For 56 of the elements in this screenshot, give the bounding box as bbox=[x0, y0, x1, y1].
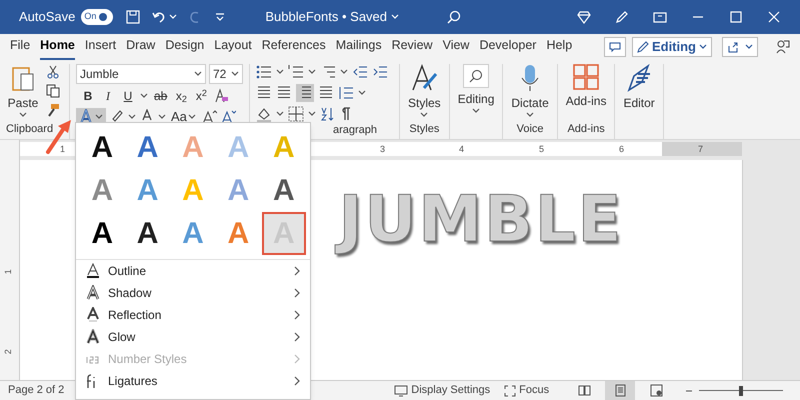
document-title[interactable]: BubbleFonts • Saved bbox=[265, 7, 388, 27]
format-button[interactable]: x$_{2}$ bbox=[173, 87, 190, 105]
menu-item[interactable]: Shadow bbox=[76, 282, 310, 304]
format-button[interactable]: x$^{2}$ bbox=[193, 87, 210, 105]
editor-button[interactable]: Editor bbox=[623, 64, 655, 124]
ruler-number: 4 bbox=[459, 143, 464, 156]
ribbon-tab[interactable]: References bbox=[262, 36, 326, 60]
group-label: Styles bbox=[409, 122, 440, 136]
ruler-number: 5 bbox=[539, 143, 544, 156]
group-label: Clipboard bbox=[6, 122, 54, 136]
ribbon-tab[interactable]: Help bbox=[546, 36, 572, 60]
font-name-field[interactable]: Jumble bbox=[76, 64, 206, 84]
format-button[interactable]: I bbox=[100, 87, 116, 105]
text-effect-style[interactable]: A bbox=[80, 126, 124, 169]
menu-item[interactable]: Ligatures bbox=[76, 370, 310, 392]
paste-button[interactable]: Paste bbox=[6, 64, 40, 120]
add-ins-button[interactable]: Add-ins bbox=[566, 64, 606, 120]
group-label: aragraph bbox=[332, 123, 378, 138]
ribbon-tab[interactable]: Insert bbox=[84, 36, 116, 60]
display-settings-button[interactable]: Display Settings bbox=[394, 382, 490, 399]
text-effect-style[interactable]: A bbox=[125, 212, 170, 255]
ruler-number: 2 bbox=[2, 349, 14, 354]
editing-mode-button[interactable]: Editing bbox=[632, 37, 712, 57]
ribbon-tab[interactable]: Design bbox=[165, 36, 204, 60]
ruler-number: 7 bbox=[698, 143, 704, 156]
styles-button[interactable]: Styles bbox=[408, 64, 441, 120]
change-case-button[interactable]: Aa bbox=[169, 107, 198, 127]
ribbon-tab[interactable]: Review bbox=[392, 36, 433, 60]
text-effect-style[interactable]: A bbox=[80, 212, 124, 255]
autosave-toggle[interactable]: On bbox=[81, 9, 114, 25]
group-label: Add-ins bbox=[567, 122, 605, 136]
menu-item[interactable]: Reflection bbox=[76, 304, 310, 326]
ribbon-tab[interactable]: Draw bbox=[126, 36, 156, 60]
text-effect-style[interactable]: A bbox=[125, 126, 170, 169]
format-button[interactable]: B bbox=[80, 87, 96, 105]
format-button[interactable]: U bbox=[120, 87, 136, 105]
ribbon-tab[interactable]: View bbox=[442, 36, 470, 60]
page-count[interactable]: Page 2 of 2 bbox=[8, 382, 64, 399]
format-button[interactable]: ab bbox=[152, 87, 170, 105]
ribbon-tab[interactable]: File bbox=[10, 36, 30, 60]
autosave-label: AutoSave bbox=[19, 8, 76, 26]
ruler-number: 1 bbox=[60, 143, 66, 156]
ribbon-tab[interactable]: Mailings bbox=[336, 36, 382, 60]
ruler-number: 1 bbox=[2, 269, 14, 274]
ribbon-tab[interactable]: Developer bbox=[479, 36, 536, 60]
ribbon-tab[interactable]: Layout bbox=[214, 36, 252, 60]
font-size-field[interactable]: 72 bbox=[209, 64, 243, 84]
focus-button[interactable]: Focus bbox=[504, 382, 550, 399]
menu-item[interactable]: Outline bbox=[76, 260, 310, 282]
ruler-number: 3 bbox=[380, 143, 386, 156]
group-label: Voice bbox=[516, 122, 544, 136]
text-effect-style[interactable]: A bbox=[262, 169, 306, 212]
ruler-number: 6 bbox=[619, 143, 624, 156]
dictate-button[interactable]: Dictate bbox=[511, 64, 549, 120]
menu-item[interactable]: Glow bbox=[76, 326, 310, 348]
editing-button[interactable]: Editing bbox=[458, 64, 494, 124]
